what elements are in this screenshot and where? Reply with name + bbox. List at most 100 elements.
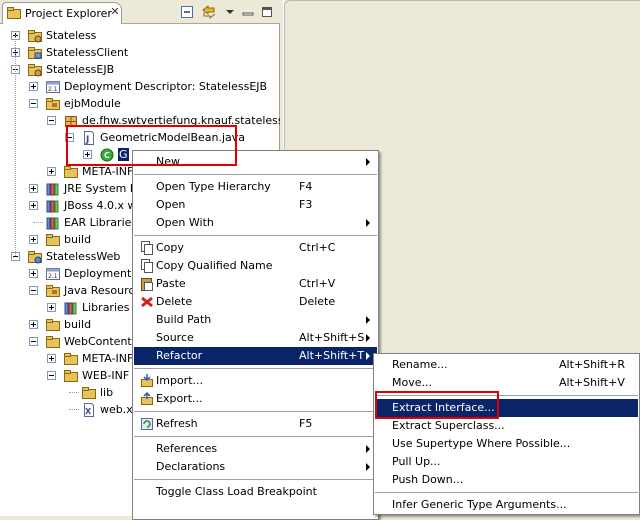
- menu-item-label: Refactor: [156, 349, 203, 362]
- expand-icon[interactable]: [29, 82, 38, 91]
- tree-item-label: ejbModule: [64, 97, 121, 110]
- tree-item-label: StatelessWeb: [46, 250, 121, 263]
- menu-item-extract-superclass[interactable]: Extract Superclass...: [375, 417, 638, 435]
- menu-item-build-path[interactable]: Build Path: [134, 311, 377, 329]
- menu-item-import[interactable]: Import...: [134, 372, 377, 390]
- menu-item-label: Export...: [156, 392, 203, 405]
- menu-item-export[interactable]: Export...: [134, 390, 377, 408]
- tree-item-label: JBoss 4.0.x w: [64, 199, 137, 212]
- menu-item-label: Declarations: [156, 460, 226, 473]
- menu-item-open[interactable]: Open F3: [134, 196, 377, 214]
- menu-item-label: Refresh: [156, 417, 198, 430]
- view-title: Project Explorer: [25, 7, 112, 20]
- expand-icon[interactable]: [29, 184, 38, 193]
- expand-icon[interactable]: [47, 354, 56, 363]
- menu-item-label: Infer Generic Type Arguments...: [392, 498, 567, 511]
- tree-connector: [33, 222, 43, 223]
- menu-item-label: Use Supertype Where Possible...: [392, 437, 571, 450]
- menu-item-label: Move...: [392, 376, 432, 389]
- menu-item-infer-generic-type-arguments[interactable]: Infer Generic Type Arguments...: [375, 496, 638, 514]
- tree-item-label: JRE System Li: [64, 182, 140, 195]
- menu-item-shortcut: Alt+Shift+S: [299, 331, 365, 344]
- folder-icon: [46, 234, 60, 246]
- menu-item-use-supertype-where-possible[interactable]: Use Supertype Where Possible...: [375, 435, 638, 453]
- close-icon[interactable]: ✕: [109, 6, 121, 18]
- tree-item[interactable]: StatelessClient: [0, 44, 280, 61]
- tree-connector: [69, 392, 79, 393]
- expand-icon[interactable]: [47, 303, 56, 312]
- folder-icon: [46, 319, 60, 331]
- export-icon: [141, 391, 153, 405]
- library-icon: [46, 183, 59, 196]
- submenu-arrow-icon: [366, 445, 370, 453]
- collapse-icon[interactable]: [29, 337, 38, 346]
- menu-item-label: Paste: [156, 277, 186, 290]
- submenu-arrow-icon: [366, 463, 370, 471]
- collapse-icon[interactable]: [29, 99, 38, 108]
- menu-item-copy[interactable]: Copy Ctrl+C: [134, 239, 377, 257]
- submenu-arrow-icon: [366, 334, 370, 342]
- collapse-icon[interactable]: [29, 286, 38, 295]
- menu-separator: [134, 436, 377, 437]
- collapse-icon[interactable]: [47, 116, 56, 125]
- menu-item-rename[interactable]: Rename... Alt+Shift+R: [375, 356, 638, 374]
- ejb-project-icon: [28, 64, 42, 77]
- expand-icon[interactable]: [29, 235, 38, 244]
- menu-item-push-down[interactable]: Push Down...: [375, 471, 638, 489]
- tree-item-label: StatelessEJB: [46, 63, 115, 76]
- folder-icon: [64, 166, 78, 178]
- menu-item-open-type-hierarchy[interactable]: Open Type Hierarchy F4: [134, 178, 377, 196]
- menu-item-move[interactable]: Move... Alt+Shift+V: [375, 374, 638, 392]
- menu-item-paste[interactable]: Paste Ctrl+V: [134, 275, 377, 293]
- menu-item-copy-qualified-name[interactable]: Copy Qualified Name: [134, 257, 377, 275]
- expand-icon[interactable]: [29, 320, 38, 329]
- source-folder-icon: [46, 285, 60, 297]
- menu-item-refactor[interactable]: Refactor Alt+Shift+T: [134, 347, 377, 365]
- tree-item[interactable]: 2.1 Deployment Descriptor: StatelessEJB: [0, 78, 280, 95]
- menu-item-label: Pull Up...: [392, 455, 441, 468]
- submenu-arrow-icon: [366, 352, 370, 360]
- tree-item[interactable]: ejbModule: [0, 95, 280, 112]
- view-menu-icon[interactable]: [224, 4, 236, 20]
- expand-icon[interactable]: [47, 167, 56, 176]
- project-explorer-tab[interactable]: Project Explorer ✕: [2, 2, 122, 24]
- expand-icon[interactable]: [29, 269, 38, 278]
- folder-icon: [64, 353, 78, 365]
- tree-item-label: Deployment Descriptor: StatelessEJB: [64, 80, 268, 93]
- menu-item-open-with[interactable]: Open With: [134, 214, 377, 232]
- expand-icon[interactable]: [29, 201, 38, 210]
- source-folder-icon: [46, 98, 60, 110]
- svg-text:2.1: 2.1: [48, 86, 58, 93]
- menu-item-delete[interactable]: Delete Delete: [134, 293, 377, 311]
- collapse-icon[interactable]: [47, 371, 56, 380]
- menu-item-label: Push Down...: [392, 473, 464, 486]
- menu-item-shortcut: F3: [299, 198, 313, 211]
- maximize-icon[interactable]: [259, 4, 275, 20]
- menu-separator: [134, 411, 377, 412]
- paste-icon: [141, 278, 153, 291]
- collapse-all-icon[interactable]: [179, 4, 195, 20]
- menu-item-label: Toggle Class Load Breakpoint: [156, 485, 317, 498]
- tree-guide-line: [15, 35, 16, 256]
- svg-text:2.1: 2.1: [48, 273, 58, 280]
- copy-icon: [141, 259, 153, 273]
- menu-item-source[interactable]: Source Alt+Shift+S: [134, 329, 377, 347]
- tree-item-label: WEB-INF: [82, 369, 130, 382]
- delete-icon: [141, 296, 153, 308]
- tree-item[interactable]: Stateless: [0, 27, 280, 44]
- menu-item-refresh[interactable]: Refresh F5: [134, 415, 377, 433]
- menu-item-shortcut: Alt+Shift+R: [559, 358, 625, 371]
- ejb-project-icon: [28, 30, 42, 43]
- minimize-icon[interactable]: [240, 4, 256, 20]
- folder-icon: [64, 370, 78, 382]
- menu-item-declarations[interactable]: Declarations: [134, 458, 377, 476]
- menu-item-shortcut: Alt+Shift+T: [299, 349, 365, 362]
- menu-item-pull-up[interactable]: Pull Up...: [375, 453, 638, 471]
- folder-icon: [82, 387, 96, 399]
- menu-item-label: References: [156, 442, 218, 455]
- menu-item-toggle-class-load-breakpoint[interactable]: Toggle Class Load Breakpoint: [134, 483, 377, 501]
- menu-item-label: Extract Superclass...: [392, 419, 505, 432]
- menu-item-references[interactable]: References: [134, 440, 377, 458]
- tree-item[interactable]: StatelessEJB: [0, 61, 280, 78]
- link-with-editor-icon[interactable]: [201, 4, 217, 20]
